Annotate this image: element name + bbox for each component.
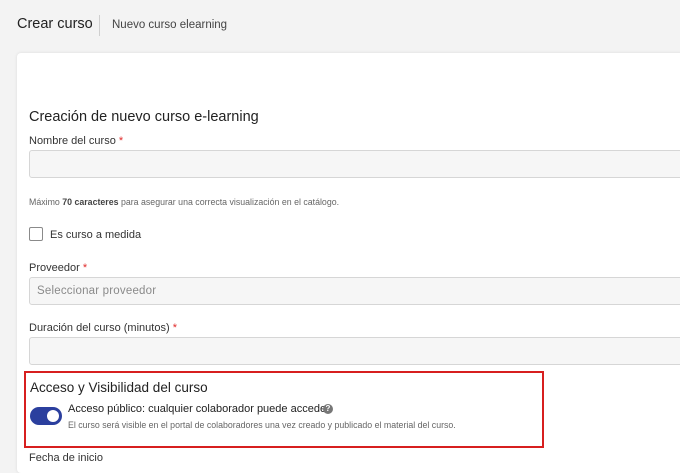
form-title: Creación de nuevo curso e-learning xyxy=(29,109,259,125)
page-title: Crear curso xyxy=(17,16,93,32)
hint-suffix: para asegurar una correcta visualización… xyxy=(118,197,340,207)
header-divider xyxy=(99,15,100,36)
custom-course-checkbox[interactable] xyxy=(29,227,43,241)
hint-prefix: Máximo xyxy=(29,197,63,207)
course-name-label-text: Nombre del curso xyxy=(29,135,116,147)
start-date-label: Fecha de inicio xyxy=(29,452,103,464)
public-access-label: Acceso público: cualquier colaborador pu… xyxy=(68,403,330,415)
question-circle-icon[interactable]: ? xyxy=(323,404,333,414)
page-header: Crear curso Nuevo curso elearning xyxy=(0,0,680,50)
public-access-toggle[interactable] xyxy=(30,407,62,425)
course-name-hint: Máximo 70 caracteres para asegurar una c… xyxy=(29,197,339,207)
provider-placeholder: Seleccionar proveedor xyxy=(37,285,157,297)
provider-select[interactable]: Seleccionar proveedor xyxy=(29,277,680,305)
course-name-input[interactable] xyxy=(29,150,680,178)
duration-input[interactable] xyxy=(29,337,680,365)
page-subtitle: Nuevo curso elearning xyxy=(112,19,228,31)
course-name-label: Nombre del curso * xyxy=(29,135,123,147)
duration-label-text: Duración del curso (minutos) xyxy=(29,322,170,334)
required-mark: * xyxy=(118,135,124,147)
hint-bold: 70 caracteres xyxy=(62,197,119,207)
visibility-section-title: Acceso y Visibilidad del curso xyxy=(30,380,208,395)
provider-label-text: Proveedor xyxy=(29,262,80,274)
custom-course-label: Es curso a medida xyxy=(50,229,142,241)
public-access-description: El curso será visible en el portal de co… xyxy=(68,420,456,430)
duration-label: Duración del curso (minutos) * xyxy=(29,322,177,334)
required-mark: * xyxy=(82,262,88,274)
provider-label: Proveedor * xyxy=(29,262,87,274)
required-mark: * xyxy=(172,322,177,334)
toggle-knob xyxy=(47,410,59,422)
